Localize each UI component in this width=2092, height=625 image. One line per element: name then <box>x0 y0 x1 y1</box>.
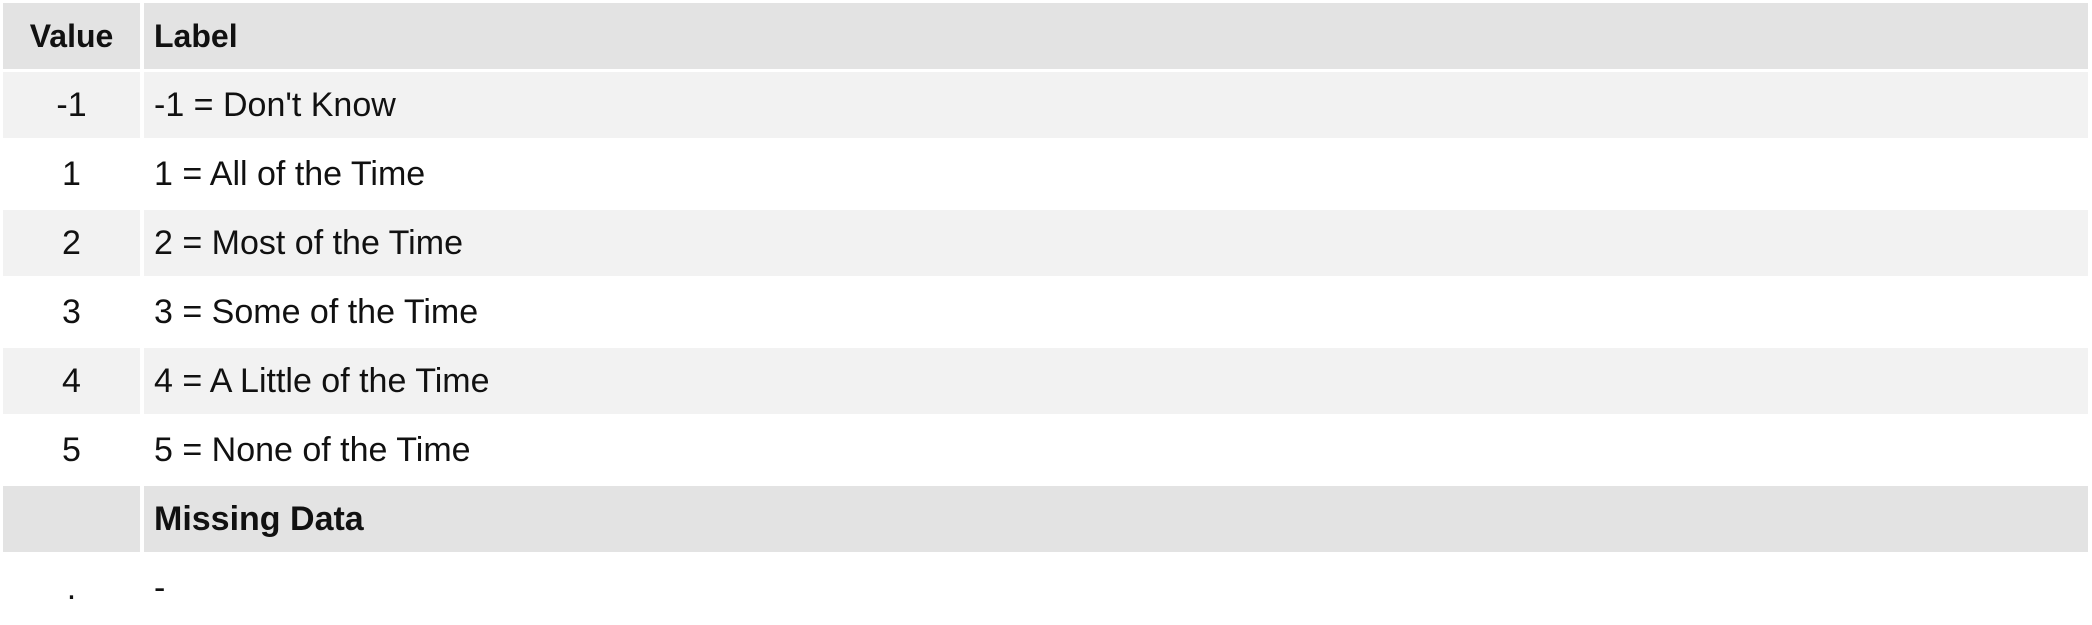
table-row: 5 5 = None of the Time <box>3 417 2088 486</box>
header-label: Label <box>144 3 2088 72</box>
value-label-table: Value Label -1 -1 = Don't Know 1 1 = All… <box>3 3 2088 624</box>
table-header-row: Value Label <box>3 3 2088 72</box>
row-value: 3 <box>3 279 144 348</box>
header-value: Value <box>3 3 144 72</box>
row-value: . <box>3 555 144 624</box>
table-row: -1 -1 = Don't Know <box>3 72 2088 141</box>
missing-data-section-row: Missing Data <box>3 486 2088 555</box>
row-value: 4 <box>3 348 144 417</box>
table-row: . - <box>3 555 2088 624</box>
row-label: - <box>144 555 2088 624</box>
table-row: 3 3 = Some of the Time <box>3 279 2088 348</box>
section-value-empty <box>3 486 144 555</box>
row-value: -1 <box>3 72 144 141</box>
table-row: 2 2 = Most of the Time <box>3 210 2088 279</box>
section-title: Missing Data <box>144 486 2088 555</box>
row-label: 1 = All of the Time <box>144 141 2088 210</box>
row-label: -1 = Don't Know <box>144 72 2088 141</box>
table-row: 4 4 = A Little of the Time <box>3 348 2088 417</box>
row-value: 5 <box>3 417 144 486</box>
table-row: 1 1 = All of the Time <box>3 141 2088 210</box>
row-label: 5 = None of the Time <box>144 417 2088 486</box>
row-label: 2 = Most of the Time <box>144 210 2088 279</box>
row-value: 1 <box>3 141 144 210</box>
row-label: 3 = Some of the Time <box>144 279 2088 348</box>
row-label: 4 = A Little of the Time <box>144 348 2088 417</box>
row-value: 2 <box>3 210 144 279</box>
